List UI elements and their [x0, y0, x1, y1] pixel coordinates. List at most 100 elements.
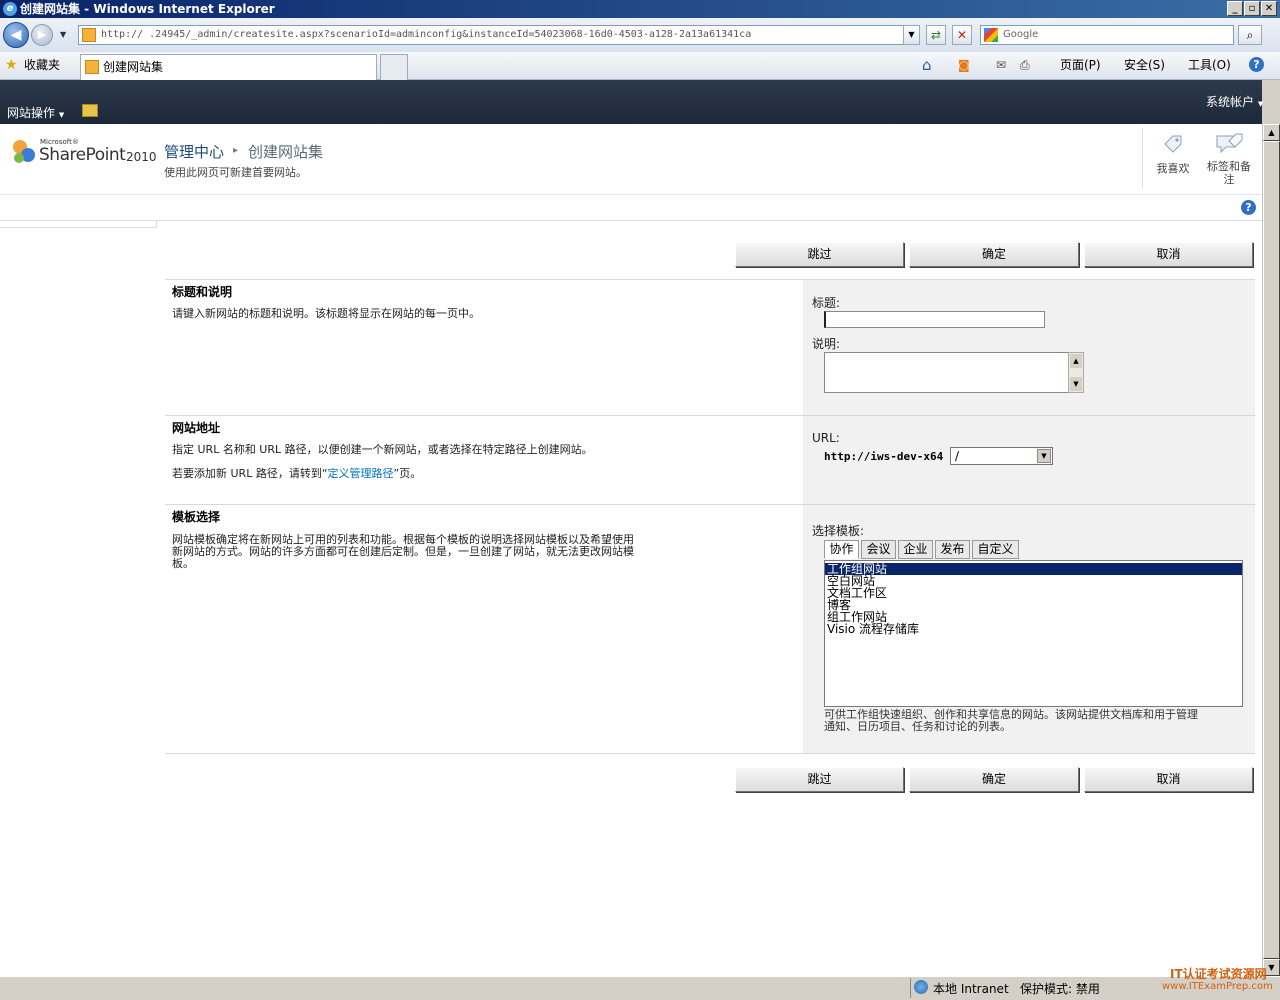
url-prefix: http://iws-dev-x64 [824, 450, 944, 463]
window-title: 创建网站集 - Windows Internet Explorer [20, 2, 275, 16]
tab-collaboration[interactable]: 协作 [824, 540, 859, 559]
template-item-blank-site[interactable]: 空白网站 [825, 575, 1242, 587]
search-input[interactable]: Google [980, 25, 1234, 45]
scroll-up-icon[interactable]: ▲ [1263, 124, 1280, 141]
scrollbar-thumb[interactable] [1263, 141, 1280, 959]
address-bar[interactable]: http:// .24945/_admin/createsite.aspx?sc… [78, 25, 920, 45]
print-icon[interactable]: ⎙ [1020, 57, 1030, 73]
logo-sharepoint: SharePoint [39, 145, 126, 165]
skip-button-bottom[interactable]: 跳过 [735, 767, 904, 792]
search-button[interactable]: ⌕ [1238, 25, 1262, 45]
back-button[interactable]: ◀ [3, 22, 29, 48]
tags-notes-label: 标签和备注 [1207, 160, 1251, 186]
template-item-team-site[interactable]: 工作组网站 [825, 563, 1242, 575]
tab-active[interactable]: 创建网站集 [80, 54, 377, 80]
system-account-label: 系统帐户 [1206, 95, 1255, 109]
page-scrollbar[interactable]: ▲ ▼ [1262, 124, 1280, 976]
cancel-button-bottom[interactable]: 取消 [1084, 767, 1253, 792]
page-help-icon[interactable]: ? [1241, 200, 1256, 215]
page-icon [82, 28, 96, 42]
quick-launch-area [0, 221, 157, 228]
template-listbox[interactable]: 工作组网站 空白网站 文档工作区 博客 组工作网站 Visio 流程存储库 [824, 560, 1243, 707]
divider [910, 978, 911, 998]
page-icon [85, 60, 99, 74]
intranet-globe-icon [914, 980, 928, 994]
history-dropdown-icon[interactable]: ▼ [60, 30, 66, 39]
section-heading: 模板选择 [172, 510, 221, 524]
like-button[interactable]: 我喜欢 [1155, 131, 1191, 179]
managed-paths-prefix: 若要添加新 URL 路径，请转到“ [172, 467, 328, 480]
chevron-down-icon[interactable]: ▼ [1037, 449, 1051, 463]
title-label: 标题: [812, 296, 841, 310]
minimize-button[interactable]: _ [1227, 1, 1243, 16]
tab-enterprise[interactable]: 企业 [898, 540, 933, 559]
skip-button-top[interactable]: 跳过 [735, 242, 904, 267]
section-description: 指定 URL 名称和 URL 路径，以便创建一个新网站，或者选择在特定路径上创建… [172, 443, 593, 456]
home-icon[interactable]: ⌂ [922, 57, 932, 73]
template-item-blog[interactable]: 博客 [825, 599, 1242, 611]
sharepoint-logo-icon [11, 138, 37, 166]
section-description: 网站模板确定将在新网站上可用的列表和功能。根据每个模板的说明选择网站模板以及希望… [172, 533, 634, 570]
description-label: 说明: [812, 337, 841, 351]
system-account-menu[interactable]: 系统帐户 ▼ [1206, 95, 1263, 111]
tags-notes-icon [1216, 133, 1243, 154]
mail-icon[interactable]: ✉ [996, 57, 1006, 73]
navigate-up-icon[interactable] [82, 104, 98, 117]
help-icon[interactable]: ? [1249, 57, 1264, 72]
tab-publishing[interactable]: 发布 [935, 540, 970, 559]
section-input-panel [803, 280, 1255, 415]
favorites-label[interactable]: 收藏夹 [24, 57, 60, 73]
safety-menu[interactable]: 安全(S) [1124, 57, 1165, 73]
description-scrollbar[interactable]: ▲ ▼ [1068, 352, 1084, 393]
page-title: 创建网站集 [248, 143, 324, 161]
security-zone: 本地 Intranet [933, 982, 1009, 996]
title-input[interactable] [824, 311, 1045, 328]
search-icon: ⌕ [1246, 28, 1254, 42]
section-heading: 网站地址 [172, 421, 221, 435]
url-path-value: / [955, 449, 960, 463]
tab-custom[interactable]: 自定义 [972, 540, 1019, 559]
favorites-star-icon[interactable]: ★ [5, 57, 18, 73]
tags-notes-button[interactable]: 标签和备注 [1204, 131, 1254, 187]
breadcrumb-root-link[interactable]: 管理中心 [164, 141, 224, 162]
protected-mode-status: 保护模式: 禁用 [1020, 982, 1100, 996]
ok-button-top[interactable]: 确定 [909, 242, 1079, 267]
ok-button-bottom[interactable]: 确定 [909, 767, 1079, 792]
divider [0, 194, 1262, 195]
divider [0, 220, 1262, 221]
watermark-bottom: www.ITExamPrep.com [1162, 981, 1273, 992]
scroll-up-icon[interactable]: ▲ [1070, 354, 1082, 368]
tools-menu[interactable]: 工具(O) [1188, 57, 1231, 73]
search-placeholder: Google [1003, 29, 1039, 40]
forward-arrow-icon: ▶ [37, 28, 47, 41]
tab-meetings[interactable]: 会议 [861, 540, 896, 559]
logo-version: 2010 [126, 150, 157, 164]
define-managed-paths-link[interactable]: 定义管理路径 [328, 467, 394, 480]
template-item-document-workspace[interactable]: 文档工作区 [825, 587, 1242, 599]
site-actions-menu[interactable]: 网站操作 ▼ [7, 106, 64, 122]
url-path-select[interactable]: / ▼ [950, 447, 1053, 465]
back-arrow-icon: ◀ [10, 27, 22, 43]
scroll-down-icon[interactable]: ▼ [1070, 377, 1082, 391]
breadcrumb-separator-icon: ▸ [233, 145, 239, 156]
cancel-button-top[interactable]: 取消 [1084, 242, 1253, 267]
like-tag-icon [1164, 135, 1182, 153]
maximize-button[interactable]: ▫ [1244, 1, 1260, 16]
chevron-down-icon: ▼ [1257, 100, 1264, 108]
google-logo-icon [984, 28, 998, 42]
description-textarea[interactable] [824, 352, 1069, 393]
chevron-down-icon: ▼ [58, 111, 65, 119]
refresh-button[interactable]: ⇄ [926, 25, 946, 45]
new-tab-button[interactable] [380, 54, 408, 80]
address-text: http:// .24945/_admin/createsite.aspx?sc… [101, 29, 752, 40]
address-dropdown-icon[interactable]: ▼ [903, 25, 920, 45]
stop-button[interactable]: ✕ [952, 25, 972, 45]
forward-button[interactable]: ▶ [31, 24, 53, 46]
template-description: 可供工作组快速组织、创作和共享信息的网站。该网站提供文档库和用于管理通知、日历项… [824, 708, 1198, 733]
close-window-button[interactable]: ✕ [1261, 1, 1277, 16]
divider [1142, 128, 1143, 188]
template-item-visio-repository[interactable]: Visio 流程存储库 [825, 623, 1242, 635]
rss-icon[interactable]: ◙ [958, 57, 970, 73]
page-menu[interactable]: 页面(P) [1060, 57, 1101, 73]
page-subtitle: 使用此网页可新建首要网站。 [164, 166, 307, 179]
